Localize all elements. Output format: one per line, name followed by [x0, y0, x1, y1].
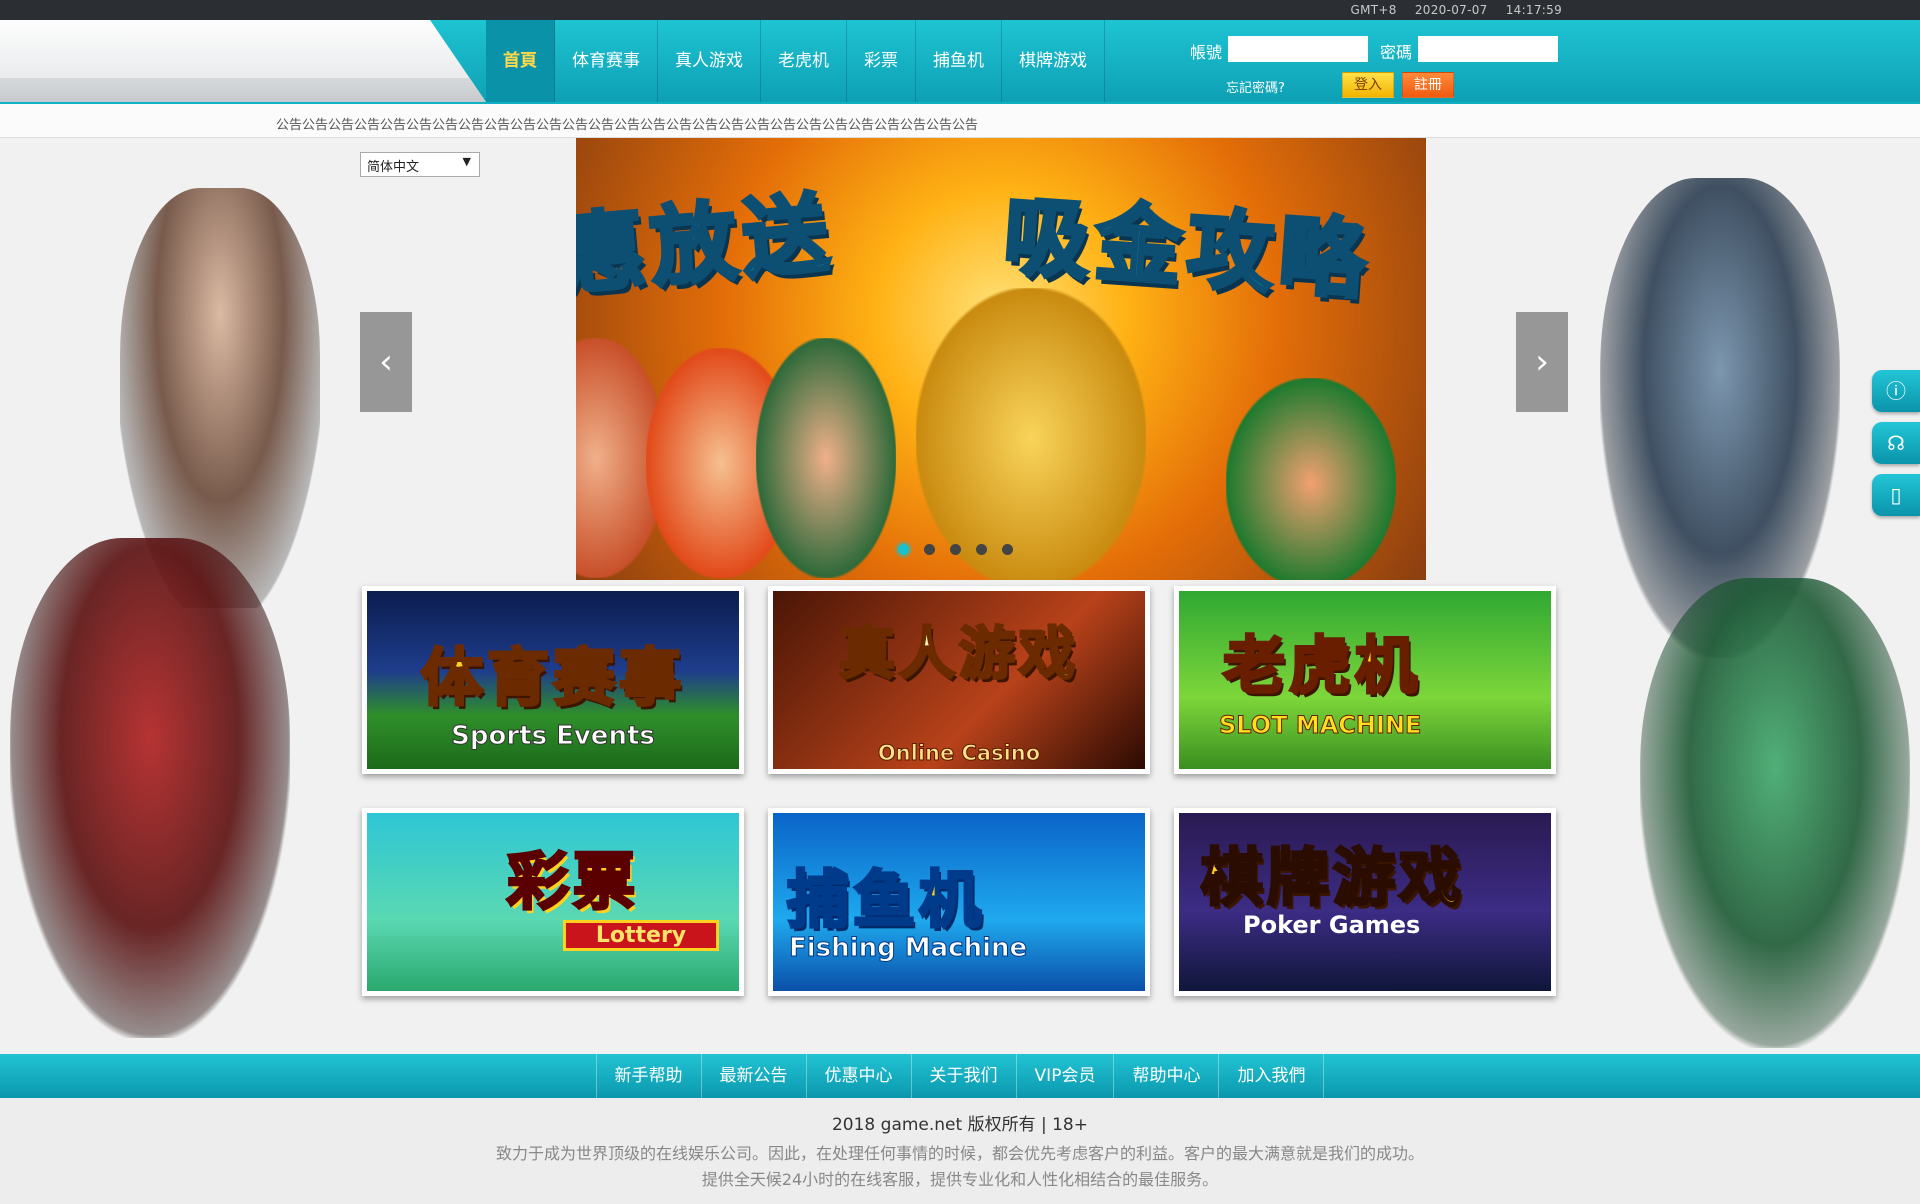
promo-banner[interactable]: 特惠放送 吸金攻略 — [576, 138, 1426, 580]
copyright: 2018 game.net 版权所有 | 18+ — [831, 1115, 1088, 1135]
main-content: 简体中文 ▼ 特惠放送 吸金攻略 ‹ › 体育赛事 Sports Events … — [0, 138, 1920, 1054]
tile-title-en: Lottery — [563, 920, 719, 951]
nav-poker[interactable]: 棋牌游戏 — [1002, 20, 1105, 102]
tile-title-zh: 捕鱼机 — [786, 862, 986, 938]
game-tile-lottery[interactable]: 彩票 Lottery — [362, 808, 744, 996]
date: 2020-07-07 — [1414, 3, 1488, 17]
language-selected: 简体中文 — [367, 160, 420, 175]
footer-link-about[interactable]: 关于我们 — [910, 1054, 1016, 1098]
site-header: 首頁 体育赛事 真人游戏 老虎机 彩票 捕鱼机 棋牌游戏 帳號 密碼 忘記密碼?… — [0, 20, 1920, 102]
banner-pagination — [898, 544, 1013, 555]
tile-title-zh: 体育赛事 — [419, 640, 685, 716]
game-tile-poker[interactable]: 棋牌游戏 Poker Games — [1174, 808, 1556, 996]
footer-link-promotions[interactable]: 优惠中心 — [805, 1054, 911, 1098]
logo-area[interactable] — [0, 20, 486, 102]
footer-link-news[interactable]: 最新公告 — [700, 1054, 806, 1098]
game-tile-fishing[interactable]: 捕鱼机 Fishing Machine — [768, 808, 1150, 996]
floating-side-menu: ⓘ ☊ ▯ — [1872, 370, 1920, 526]
login-form: 帳號 密碼 忘記密碼? 登入 註冊 — [1190, 28, 1560, 98]
nav-slot[interactable]: 老虎机 — [761, 20, 847, 102]
nav-sports[interactable]: 体育赛事 — [555, 20, 658, 102]
tile-title-en: Online Casino — [877, 741, 1041, 766]
footer-link-join-us[interactable]: 加入我們 — [1218, 1054, 1325, 1098]
main-nav: 首頁 体育赛事 真人游戏 老虎机 彩票 捕鱼机 棋牌游戏 — [486, 20, 1105, 102]
banner-prev-button[interactable]: ‹ — [360, 312, 412, 412]
tile-title-zh: 真人游戏 — [838, 621, 1079, 689]
footer-nav: 新手帮助 最新公告 优惠中心 关于我们 VIP会员 帮助中心 加入我們 — [0, 1054, 1920, 1098]
account-input[interactable] — [1228, 36, 1368, 62]
account-label: 帳號 — [1190, 43, 1223, 62]
forgot-password-link[interactable]: 忘記密碼? — [1226, 77, 1285, 96]
mobile-icon[interactable]: ▯ — [1872, 474, 1920, 516]
server-time: GMT+8 2020-07-07 14:17:59 — [1337, 3, 1562, 17]
tile-title-zh: 棋牌游戏 — [1200, 840, 1466, 916]
cartoon-character — [756, 338, 896, 578]
tile-title-en: Sports Events — [451, 721, 656, 752]
banner-dot[interactable] — [976, 544, 987, 555]
timezone: GMT+8 — [1350, 3, 1397, 17]
register-button[interactable]: 註冊 — [1402, 72, 1454, 98]
game-tile-slot[interactable]: 老虎机 SLOT MACHINE — [1174, 586, 1556, 774]
site-footer: 2018 game.net 版权所有 | 18+ 致力于成为世界顶级的在线娱乐公… — [0, 1098, 1920, 1204]
banner-dot[interactable] — [898, 544, 909, 555]
tile-title-zh: 彩票 — [506, 844, 640, 920]
info-icon[interactable]: ⓘ — [1872, 370, 1920, 412]
nav-fishing[interactable]: 捕鱼机 — [916, 20, 1002, 102]
tile-title-en: Poker Games — [1243, 911, 1421, 939]
footer-link-beginner-help[interactable]: 新手帮助 — [595, 1054, 701, 1098]
banner-dot[interactable] — [1002, 544, 1013, 555]
nav-home[interactable]: 首頁 — [486, 20, 555, 102]
password-label: 密碼 — [1380, 43, 1413, 62]
footer-description-2: 提供全天候24小时的在线客服，提供专业化和人性化相结合的最佳服务。 — [701, 1170, 1219, 1189]
nav-live-casino[interactable]: 真人游戏 — [658, 20, 761, 102]
clock: 14:17:59 — [1505, 3, 1562, 17]
notice-text: 公告公告公告公告公告公告公告公告公告公告公告公告公告公告公告公告公告公告公告公告… — [276, 118, 979, 133]
banner-dot[interactable] — [924, 544, 935, 555]
game-tile-casino[interactable]: 真人游戏 Online Casino — [768, 586, 1150, 774]
banner-title-left: 特惠放送 — [576, 181, 840, 317]
game-tile-sports[interactable]: 体育赛事 Sports Events — [362, 586, 744, 774]
banner-next-button[interactable]: › — [1516, 312, 1568, 412]
footer-link-help-center[interactable]: 帮助中心 — [1113, 1054, 1218, 1098]
headset-icon[interactable]: ☊ — [1872, 422, 1920, 464]
top-status-bar: GMT+8 2020-07-07 14:17:59 — [0, 0, 1920, 20]
password-input[interactable] — [1418, 36, 1558, 62]
archer-figure — [1640, 578, 1910, 1048]
cartoon-character — [916, 288, 1146, 580]
language-select[interactable]: 简体中文 ▼ — [360, 152, 480, 177]
footer-link-vip[interactable]: VIP会员 — [1015, 1054, 1114, 1098]
notice-marquee: 公告公告公告公告公告公告公告公告公告公告公告公告公告公告公告公告公告公告公告公告… — [0, 102, 1920, 138]
banner-dot[interactable] — [950, 544, 961, 555]
tile-title-en: Fishing Machine — [789, 933, 1028, 964]
samurai-figure — [10, 538, 290, 1038]
cartoon-character — [1226, 378, 1396, 580]
login-button[interactable]: 登入 — [1342, 72, 1394, 98]
chevron-down-icon: ▼ — [462, 155, 471, 168]
footer-description: 致力于成为世界顶级的在线娱乐公司。因此，在处理任何事情的时候，都会优先考虑客户的… — [495, 1144, 1424, 1163]
tile-title-en: SLOT MACHINE — [1219, 711, 1422, 740]
tile-title-zh: 老虎机 — [1222, 628, 1422, 704]
nav-lottery[interactable]: 彩票 — [847, 20, 916, 102]
